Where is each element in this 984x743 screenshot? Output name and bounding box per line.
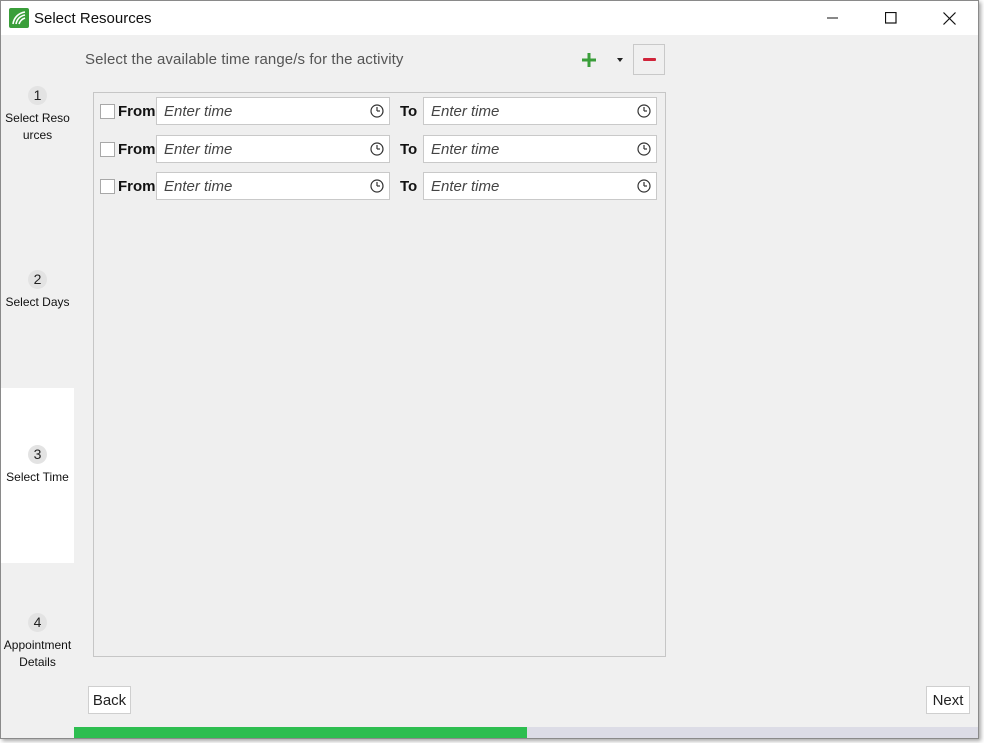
time-range-row: From Enter time To Enter time bbox=[100, 172, 657, 200]
app-leaf-icon bbox=[9, 8, 29, 28]
row-checkbox[interactable] bbox=[100, 178, 115, 194]
add-range-button[interactable] bbox=[577, 49, 601, 71]
main-panel: Select the available time range/s for th… bbox=[74, 35, 978, 727]
step-number: 2 bbox=[28, 270, 47, 289]
time-range-row: From Enter time To Enter time bbox=[100, 135, 657, 163]
from-time-placeholder: Enter time bbox=[164, 140, 233, 158]
from-time-input[interactable]: Enter time bbox=[156, 172, 390, 200]
maximize-button[interactable] bbox=[862, 1, 920, 35]
clock-icon[interactable] bbox=[370, 179, 384, 193]
row-checkbox[interactable] bbox=[100, 103, 115, 119]
title-bar: Select Resources bbox=[1, 1, 978, 35]
from-label: From bbox=[118, 177, 156, 195]
step-number: 4 bbox=[28, 613, 47, 632]
step-number: 3 bbox=[28, 445, 47, 464]
clock-icon[interactable] bbox=[637, 104, 651, 118]
time-range-row: From Enter time To Enter time bbox=[100, 97, 657, 125]
step-select-time[interactable]: 3 Select Time bbox=[1, 388, 74, 563]
close-button[interactable] bbox=[920, 1, 978, 35]
to-time-placeholder: Enter time bbox=[431, 102, 500, 120]
clock-icon[interactable] bbox=[370, 142, 384, 156]
minimize-button[interactable] bbox=[804, 1, 862, 35]
window-title: Select Resources bbox=[34, 9, 152, 27]
step-label: Select Time bbox=[6, 470, 69, 484]
to-time-placeholder: Enter time bbox=[431, 140, 500, 158]
step-select-resources[interactable]: 1 Select Resources bbox=[1, 35, 74, 212]
from-time-placeholder: Enter time bbox=[164, 102, 233, 120]
window-controls bbox=[804, 1, 978, 35]
instruction-text: Select the available time range/s for th… bbox=[85, 51, 404, 68]
plus-icon bbox=[582, 53, 596, 67]
to-time-input[interactable]: Enter time bbox=[423, 135, 657, 163]
row-checkbox[interactable] bbox=[100, 141, 115, 157]
step-label: Select Days bbox=[5, 295, 70, 309]
step-label: Appointment Details bbox=[3, 638, 72, 669]
dropdown-arrow-icon bbox=[617, 58, 623, 62]
wizard-progress-bar bbox=[74, 727, 978, 738]
step-select-days[interactable]: 2 Select Days bbox=[1, 212, 74, 388]
back-button[interactable]: Back bbox=[88, 686, 131, 714]
app-window: Select Resources 1 Select Resources 2 Se… bbox=[0, 0, 979, 739]
clock-icon[interactable] bbox=[637, 142, 651, 156]
clock-icon[interactable] bbox=[637, 179, 651, 193]
to-time-input[interactable]: Enter time bbox=[423, 97, 657, 125]
from-time-input[interactable]: Enter time bbox=[156, 135, 390, 163]
to-time-input[interactable]: Enter time bbox=[423, 172, 657, 200]
close-icon bbox=[942, 11, 956, 25]
from-time-input[interactable]: Enter time bbox=[156, 97, 390, 125]
step-appointment-details[interactable]: 4 Appointment Details bbox=[1, 563, 74, 738]
time-range-list: From Enter time To Enter time From Enter… bbox=[93, 92, 666, 657]
to-time-placeholder: Enter time bbox=[431, 177, 500, 195]
from-label: From bbox=[118, 140, 156, 158]
to-label: To bbox=[400, 102, 418, 120]
progress-fill bbox=[74, 727, 527, 738]
to-label: To bbox=[400, 177, 418, 195]
next-button[interactable]: Next bbox=[926, 686, 970, 714]
step-number: 1 bbox=[28, 86, 47, 105]
step-label: Select Resources bbox=[5, 111, 70, 142]
to-label: To bbox=[400, 140, 418, 158]
remove-range-button[interactable] bbox=[633, 44, 665, 75]
minus-icon bbox=[642, 58, 656, 61]
maximize-icon bbox=[885, 12, 897, 24]
from-time-placeholder: Enter time bbox=[164, 177, 233, 195]
minimize-icon bbox=[827, 17, 838, 19]
clock-icon[interactable] bbox=[370, 104, 384, 118]
wizard-steps-sidebar: 1 Select Resources 2 Select Days 3 Selec… bbox=[1, 35, 74, 738]
from-label: From bbox=[118, 102, 156, 120]
add-options-dropdown[interactable] bbox=[614, 53, 626, 65]
